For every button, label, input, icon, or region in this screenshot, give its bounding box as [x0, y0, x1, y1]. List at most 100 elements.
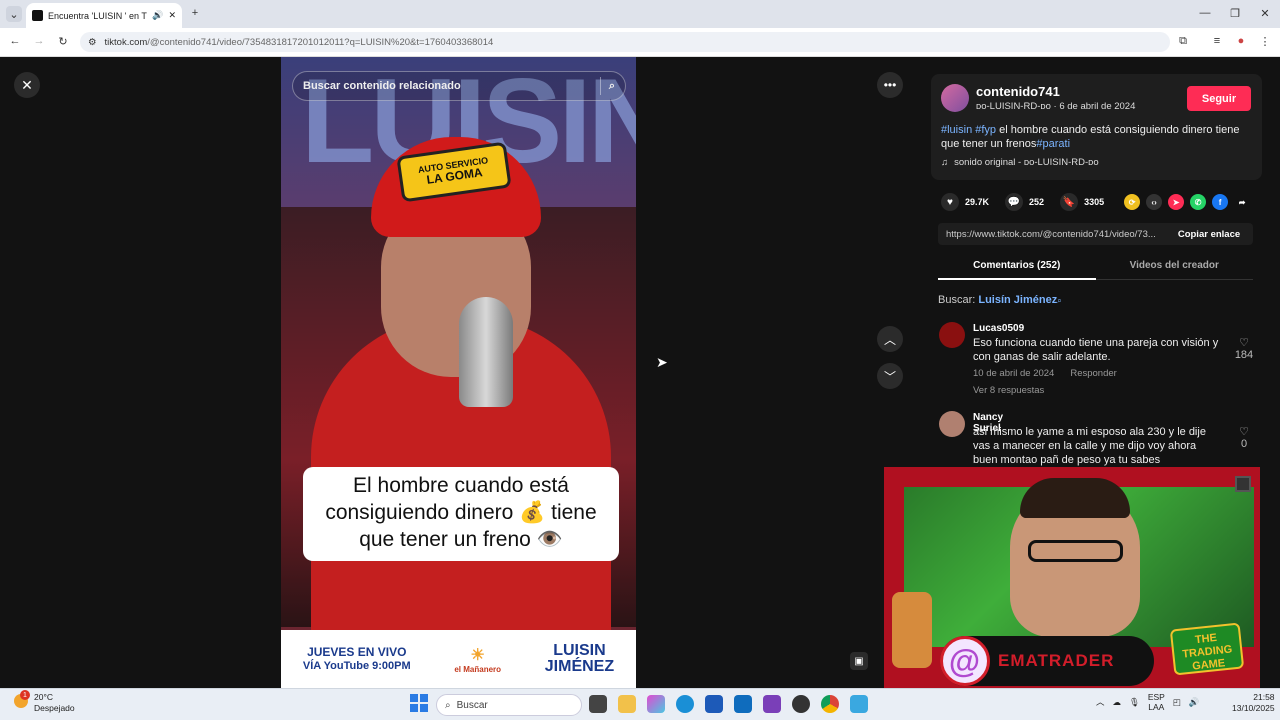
comment-text: Eso funciona cuando tiene una pareja con…: [973, 337, 1219, 363]
whatsapp-icon[interactable]: ✆: [1190, 194, 1207, 210]
copy-link-button[interactable]: Copiar enlace: [1165, 229, 1253, 240]
hashtag-link[interactable]: #luisin: [941, 124, 972, 136]
tiktok-favicon-icon: [32, 10, 43, 21]
app-icon[interactable]: [850, 695, 868, 713]
send-icon[interactable]: ➤: [1168, 194, 1185, 210]
creator-username[interactable]: contenido741: [976, 84, 1060, 99]
reply-button[interactable]: Responder: [1070, 368, 1116, 379]
tab-comments[interactable]: Comentarios (252): [938, 256, 1096, 280]
tab-close-icon[interactable]: ✕: [168, 10, 176, 21]
follow-button[interactable]: Seguir: [1187, 86, 1251, 111]
microphone-icon[interactable]: 🎙: [1129, 697, 1140, 708]
language-indicator[interactable]: ESP LAA: [1148, 692, 1165, 712]
chevron-up-icon[interactable]: ︿: [1096, 696, 1105, 708]
repost-icon[interactable]: ⟳: [1124, 194, 1141, 210]
edge-icon[interactable]: [676, 695, 694, 713]
mini-player-icon[interactable]: ▣: [850, 652, 868, 670]
streamer-name: EMATRADER: [998, 651, 1115, 670]
store-icon[interactable]: [705, 695, 723, 713]
volume-icon[interactable]: 🔊: [1189, 697, 1200, 708]
bookmark-icon[interactable]: 🔖: [1060, 193, 1079, 211]
banner-schedule-time: VÍA YouTube 9:00PM: [302, 659, 411, 672]
banner-host-last: JIMÉNEZ: [544, 658, 615, 675]
back-arrow-icon[interactable]: ←: [8, 34, 22, 48]
comment-like-count: 0: [1240, 438, 1248, 450]
window-close-button[interactable]: ✕: [1258, 6, 1272, 20]
suggested-search[interactable]: Buscar: Luisín Jiménez⌕: [938, 294, 1062, 306]
video-player[interactable]: LUISIN AUTO SERVICIO LA GOMA: [281, 57, 636, 688]
clock-time: 21:58: [1253, 692, 1275, 702]
facebook-icon[interactable]: f: [1212, 194, 1229, 210]
reload-icon[interactable]: ↻: [56, 34, 70, 48]
suggested-search-keyword[interactable]: Luisín Jiménez: [978, 294, 1057, 306]
hashtag-link[interactable]: #fyp: [975, 124, 996, 136]
hashtag-link[interactable]: #parati: [1036, 138, 1070, 150]
streamer-glasses: [1028, 540, 1123, 562]
streamer-name-plate: @ EMATRADER: [940, 636, 1154, 686]
related-search-input[interactable]: Buscar contenido relacionado ⌕: [292, 71, 626, 101]
comment-text: asi mismo le yame a mi esposo ala 230 y …: [973, 426, 1206, 466]
video-caption: El hombre cuando está consiguiendo diner…: [303, 467, 619, 561]
task-view-icon[interactable]: [589, 695, 607, 713]
like-count: 29.7K: [965, 197, 990, 207]
media-controls-icon[interactable]: ≡: [1210, 34, 1224, 48]
browser-menu-icon[interactable]: ⋮: [1258, 34, 1272, 48]
app-icon[interactable]: [792, 695, 810, 713]
site-info-icon[interactable]: ⚙: [88, 37, 97, 48]
clock-date: 13/10/2025: [1232, 703, 1275, 713]
chrome-icon[interactable]: [821, 695, 839, 713]
next-video-button[interactable]: ﹀: [877, 363, 903, 389]
commenter-avatar[interactable]: [939, 411, 965, 437]
comment-like[interactable]: ♡ 184: [1233, 336, 1255, 361]
clock[interactable]: 21:58 13/10/2025: [1232, 692, 1275, 714]
windows-taskbar: [0, 688, 1280, 720]
commenter-avatar[interactable]: [939, 322, 965, 348]
sound-link[interactable]: ♫ sonido original - ᴅᴏ-LUISIN-RD-ᴅᴏ: [941, 157, 1099, 168]
tab-title: Encuentra 'LUISIN ' en TikTo: [48, 10, 147, 21]
outlook-icon[interactable]: [734, 695, 752, 713]
extensions-icon[interactable]: ⧉: [1176, 34, 1190, 48]
tab-audio-icon[interactable]: 🔊: [152, 10, 163, 21]
more-options-button[interactable]: •••: [877, 72, 903, 98]
address-bar[interactable]: ⚙ tiktok.com/@contenido741/video/7354831…: [80, 32, 1170, 52]
forward-arrow-icon[interactable]: →: [32, 34, 46, 48]
comment-like[interactable]: ♡ 0: [1233, 425, 1255, 450]
start-button[interactable]: [410, 694, 428, 712]
banner-schedule: JUEVES EN VIVO VÍA YouTube 9:00PM: [302, 645, 411, 672]
heart-icon[interactable]: ♥: [941, 193, 959, 211]
close-video-button[interactable]: ✕: [14, 72, 40, 98]
browser-tab[interactable]: Encuentra 'LUISIN ' en TikTo 🔊 ✕: [26, 3, 182, 28]
wifi-icon[interactable]: ◰: [1173, 697, 1181, 708]
music-note-icon: ♫: [941, 157, 949, 168]
file-explorer-icon[interactable]: [618, 695, 636, 713]
related-search-placeholder: Buscar contenido relacionado: [303, 80, 461, 92]
heart-outline-icon[interactable]: ♡: [1233, 336, 1255, 349]
share-link-text[interactable]: https://www.tiktok.com/@contenido741/vid…: [938, 229, 1165, 240]
browser-tab-bar: ⌄ Encuentra 'LUISIN ' en TikTo 🔊 ✕ + — ❐…: [0, 0, 1280, 28]
search-icon[interactable]: ⌕: [609, 80, 615, 93]
panel-tabs: Comentarios (252) Videos del creador: [938, 256, 1253, 280]
view-replies-button[interactable]: Ver 8 respuestas: [973, 385, 1173, 396]
heart-outline-icon[interactable]: ♡: [1233, 425, 1255, 438]
profile-icon[interactable]: ●: [1234, 34, 1248, 48]
commenter-name[interactable]: Lucas0509: [973, 323, 1024, 334]
tab-search-icon[interactable]: ⌄: [6, 6, 22, 22]
temperature: 20°C: [34, 692, 53, 702]
new-tab-button[interactable]: +: [188, 6, 202, 20]
copilot-icon[interactable]: [647, 695, 665, 713]
view-replies-label: Ver 8 respuestas: [973, 385, 1045, 396]
snipping-tool-icon[interactable]: [763, 695, 781, 713]
minimize-button[interactable]: —: [1198, 6, 1212, 20]
mascot-character: [892, 592, 932, 668]
restore-button[interactable]: ❐: [1228, 6, 1242, 20]
taskbar-search[interactable]: ⌕ Buscar: [436, 694, 582, 716]
weather-condition: Despejado: [34, 703, 75, 713]
embed-icon[interactable]: ‹›: [1146, 194, 1163, 210]
previous-video-button[interactable]: ︿: [877, 326, 903, 352]
tab-creator-videos[interactable]: Videos del creador: [1095, 256, 1253, 280]
show-banner: JUEVES EN VIVO VÍA YouTube 9:00PM ☀ el M…: [281, 630, 636, 688]
comment-icon[interactable]: 💬: [1005, 193, 1024, 211]
network-icon[interactable]: ☁: [1113, 697, 1122, 708]
share-arrow-icon[interactable]: ➦: [1234, 194, 1250, 210]
creator-avatar[interactable]: [941, 84, 969, 112]
